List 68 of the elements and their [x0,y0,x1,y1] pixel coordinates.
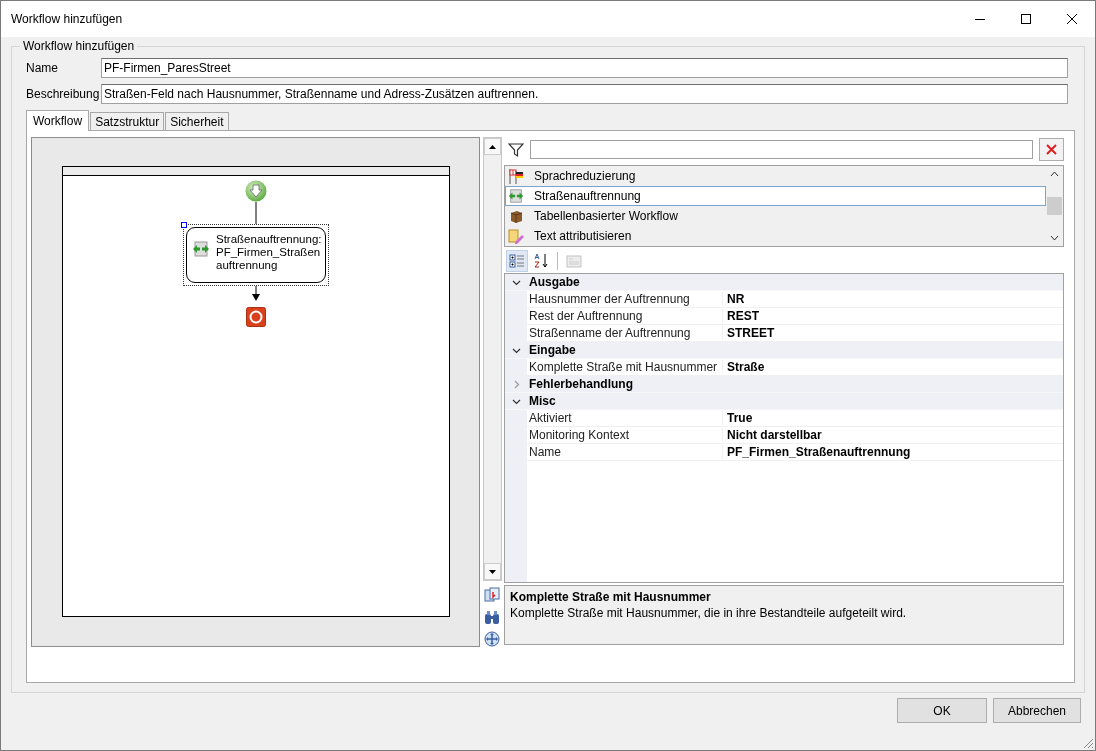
clear-filter-button[interactable] [1039,138,1064,161]
property-value[interactable]: NR [723,292,745,306]
resize-handle[interactable] [181,222,187,228]
property-value[interactable]: STREET [723,326,775,340]
property-value[interactable]: Nicht darstellbar [723,428,822,442]
maximize-icon [1021,14,1031,24]
filter-field[interactable] [530,140,1033,159]
property-name: Rest der Auftrennung [527,309,723,323]
scrollbar-thumb[interactable] [1047,197,1062,215]
connector-line [255,202,257,224]
toolbox-item[interactable]: Straßenauftrennung [505,186,1046,206]
property-value[interactable]: Straße [723,360,765,374]
tab[interactable]: Workflow [26,110,90,131]
stop-icon [246,307,266,327]
connector-arrow [251,286,261,301]
toolbox-item[interactable]: Tabellenbasierter Workflow [505,206,1046,226]
activity-label: Straßenauftrennung: PF_Firmen_Straßen auftrennung [216,233,322,272]
property-name: Straßenname der Auftrennung [527,326,723,340]
scroll-down-icon[interactable] [1050,235,1059,241]
description-text: Komplette Straße mit Hausnummer, die in ihre Bestandteile aufgeteilt wird. [510,606,908,620]
down-triangle-icon [488,569,496,574]
field-label: Name [26,61,59,75]
toolbox-item[interactable]: Text attributisieren [505,226,1046,246]
property-name: Komplette Straße mit Hausnummer [527,360,723,374]
category-label: Ausgabe [528,275,580,289]
dialog-button[interactable]: Abbrechen [993,698,1081,723]
category-label: Fehlerbehandlung [528,377,633,391]
category-label: Eingabe [528,343,576,357]
property-name: Name [527,445,723,459]
start-icon [245,180,267,202]
resize-grip-icon[interactable] [1083,738,1094,749]
clear-icon [1046,144,1057,155]
scroll-up-button[interactable] [483,138,501,155]
category-label: Misc [528,394,556,408]
scroll-up-icon[interactable] [1050,171,1059,177]
split-arrows-icon [192,241,210,257]
property-value[interactable]: True [723,411,753,425]
property-name: Hausnummer der Auftrennung [527,292,723,306]
tab[interactable]: Satzstruktur [90,112,165,130]
copy-icon[interactable] [484,587,500,604]
scroll-down-button[interactable] [483,563,501,581]
categorized-view-button[interactable] [506,250,528,272]
toolbox-item[interactable]: Sprachreduzierung [505,166,1046,186]
property-pages-icon [566,253,582,269]
binoculars-icon[interactable] [484,609,500,626]
property-name: Monitoring Kontext [527,428,723,442]
group-title: Workflow hinzufügen [22,39,136,53]
close-icon [1067,14,1077,24]
flags-icon [508,168,524,184]
scrollbar[interactable] [482,137,502,582]
dialog-button[interactable]: OK [897,698,987,723]
sort-az-icon [533,253,549,269]
split-arrows-icon [508,188,524,204]
tab[interactable]: Sicherheit [165,112,229,130]
window-title: Workflow hinzufügen [11,12,123,26]
categorized-list-icon [509,253,525,269]
pan-icon[interactable] [484,631,500,647]
property-value[interactable]: REST [723,309,759,323]
box-icon [508,208,524,224]
text-field[interactable]: Straßen-Feld nach Hausnummer, Straßenname und Adress-Zusätzen auftrennen. [101,84,1068,104]
text-edit-icon [508,228,524,244]
property-value[interactable]: PF_Firmen_Straßenauftrennung [723,445,911,459]
up-triangle-icon [488,144,496,149]
property-name: Aktiviert [527,411,723,425]
filter-icon [508,141,524,158]
field-label: Beschreibung [26,87,101,101]
text-field[interactable]: PF-Firmen_ParesStreet [101,58,1068,78]
description-title: Komplette Straße mit Hausnummer [510,590,712,604]
